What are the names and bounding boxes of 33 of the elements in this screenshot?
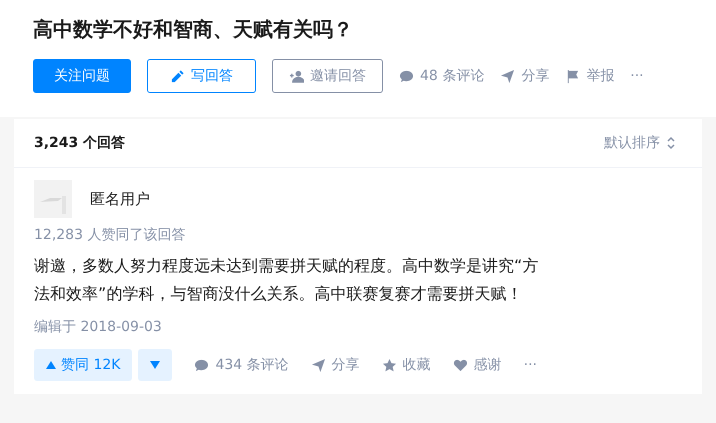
plane-icon — [310, 358, 326, 372]
action-button[interactable]: 写回答 — [147, 59, 256, 93]
sort-icon — [666, 136, 676, 150]
answer-action-button[interactable]: 分享 — [310, 348, 360, 382]
heart-icon — [452, 358, 468, 372]
flag-icon — [565, 68, 580, 84]
answer-text: 谢邀，多数人努力程度远未达到需要拼天赋的程度。高中数学是讲究“方法和效率”的学科，与智商没什么关系。高中联赛复赛才需要拼天赋！ — [34, 255, 540, 305]
upvote-note: 12,283 人赞同了该回答 — [34, 226, 186, 244]
answer-count: 3,243 个回答 — [34, 134, 126, 152]
author-name[interactable]: 匿名用户 — [90, 190, 150, 208]
action-button[interactable]: 关注问题 — [33, 59, 131, 93]
downvote-button[interactable] — [138, 349, 172, 381]
add-person-icon — [289, 68, 304, 84]
answer-action-button[interactable]: ··· — [524, 348, 537, 382]
comment-icon — [399, 68, 414, 84]
answer-action-button[interactable]: 收藏 — [382, 348, 431, 382]
answer-action-button[interactable]: 434 条评论 — [194, 348, 289, 382]
plane-icon — [500, 68, 516, 84]
question-title: 高中数学不好和智商、天赋有关吗？ — [33, 16, 354, 43]
action-button[interactable]: 48 条评论 — [399, 59, 484, 93]
action-button[interactable]: 举报 — [565, 59, 614, 93]
comment-icon — [194, 358, 210, 372]
answer-action-button[interactable]: 感谢 — [452, 348, 502, 382]
sort-button[interactable]: 默认排序 — [598, 133, 682, 153]
upvote-button[interactable]: 赞同 12K — [34, 349, 132, 381]
action-button[interactable]: 邀请回答 — [272, 59, 383, 93]
edited-date[interactable]: 编辑于 2018-09-03 — [34, 318, 682, 336]
pencil-icon — [170, 68, 185, 84]
action-button[interactable]: 分享 — [500, 59, 550, 93]
down-triangle-icon — [150, 361, 160, 369]
up-triangle-icon — [46, 361, 56, 369]
star-icon — [382, 358, 397, 372]
action-button[interactable]: ··· — [630, 59, 644, 93]
